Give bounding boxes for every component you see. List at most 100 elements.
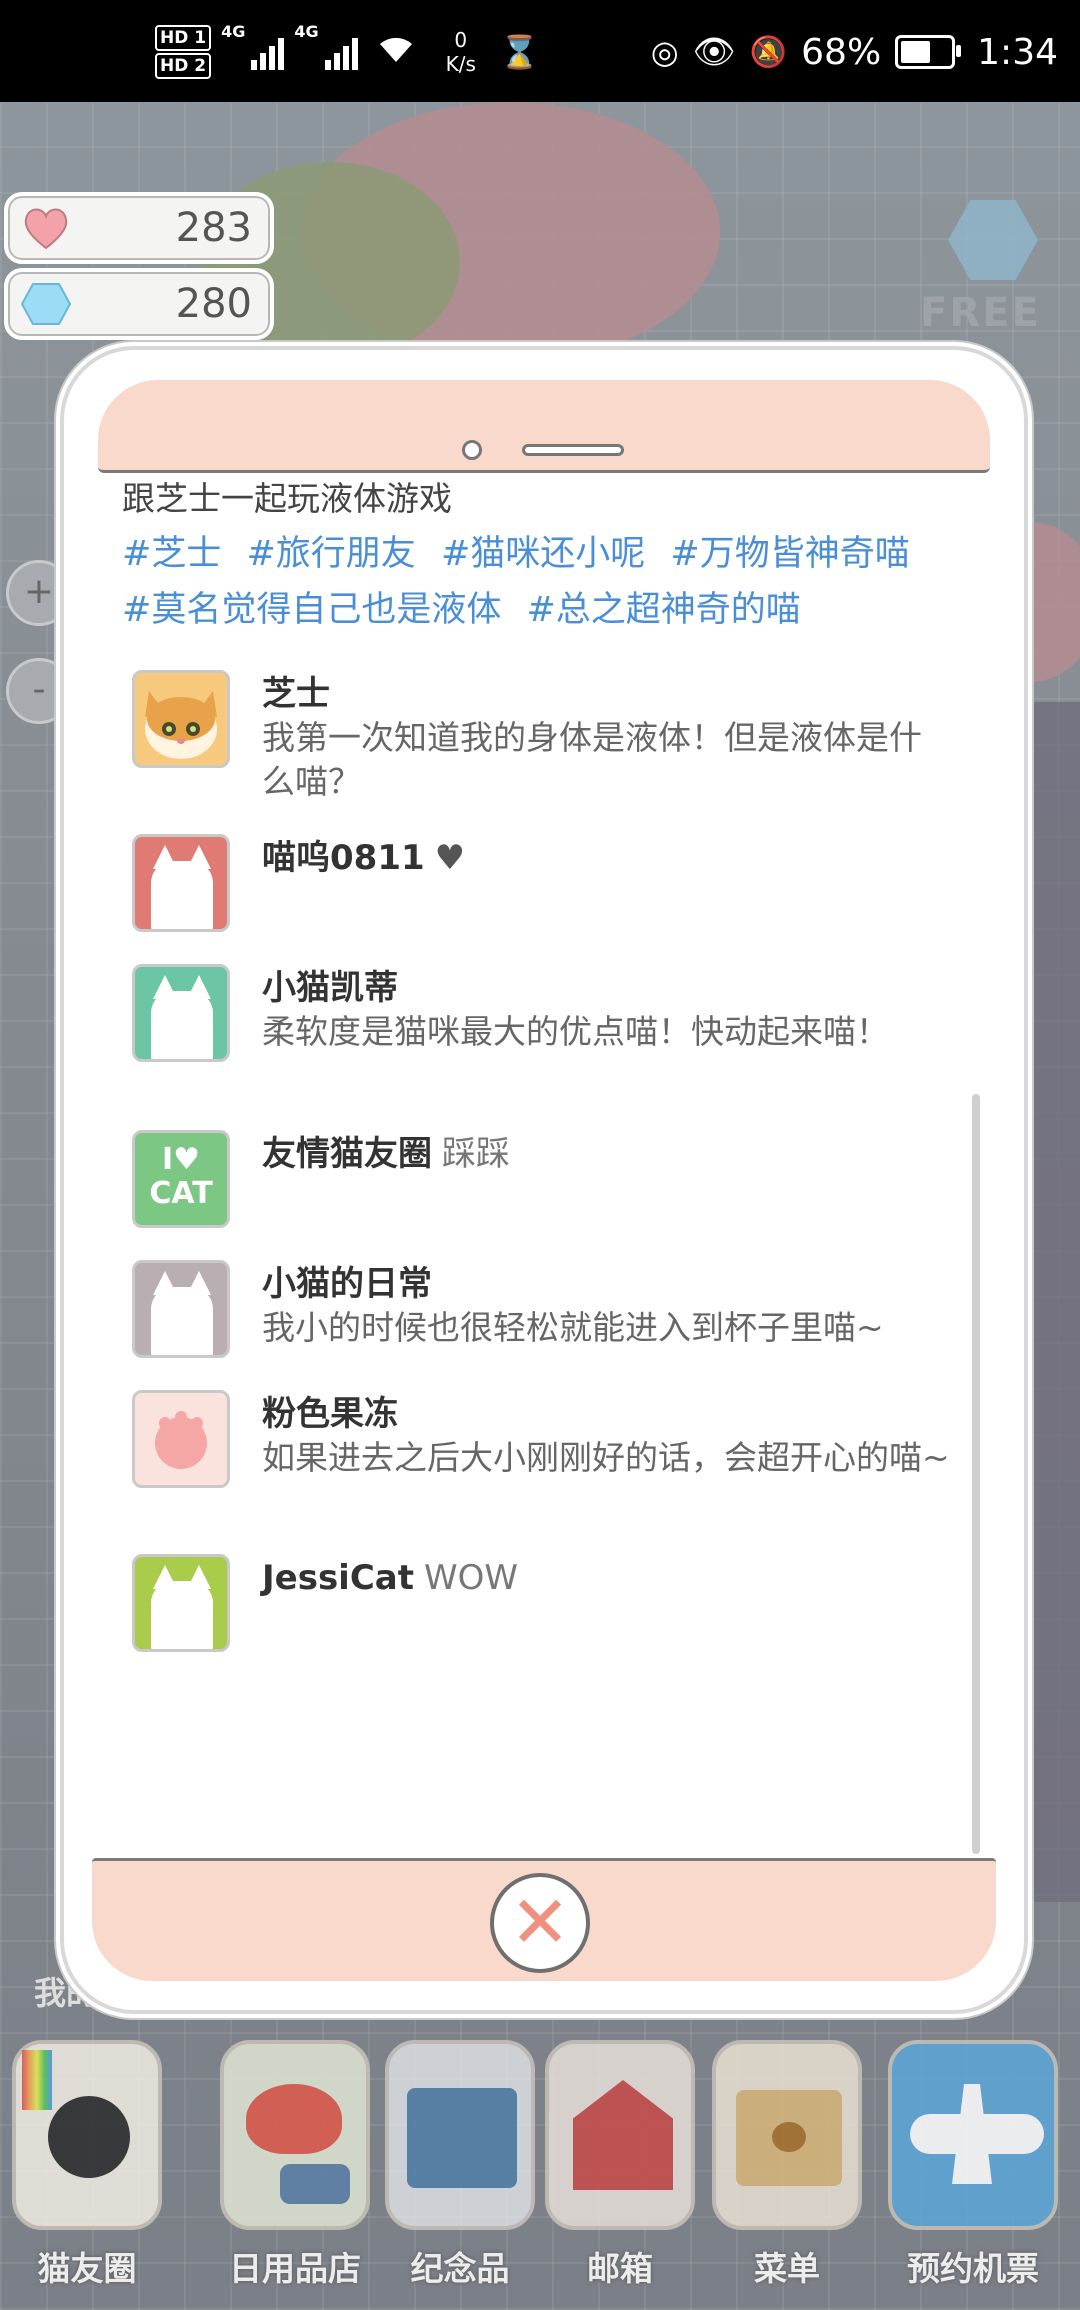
network-type-2: 4G: [294, 22, 319, 41]
cat-silhouette-icon: [151, 845, 213, 929]
cat-face-icon: [145, 691, 217, 759]
comment-text: 如果进去之后大小刚刚好的话，会超开心的喵~: [262, 1438, 950, 1477]
signal-icon-2: [324, 34, 358, 70]
avatar-text: CAT: [149, 1176, 213, 1211]
dock-label: 邮箱: [587, 2249, 653, 2288]
wifi-icon: [376, 32, 416, 73]
free-badge[interactable]: FREE: [920, 290, 1041, 336]
hearts-counter: 283: [4, 192, 274, 264]
airplane-icon: [888, 2040, 1058, 2230]
dock-label: 猫友圈: [37, 2249, 137, 2288]
dock-item-menu[interactable]: 菜单: [712, 2030, 862, 2310]
scrollbar[interactable]: [972, 1094, 980, 1854]
daily-shop-icon: [220, 2040, 370, 2230]
bowl-icon: [280, 2164, 350, 2204]
paw-icon: [772, 2122, 806, 2152]
souvenir-box-icon: [385, 2040, 535, 2230]
hashtag[interactable]: #莫名觉得自己也是液体: [122, 590, 501, 630]
bottom-dock: 猫友圈 日用品店 纪念品 邮箱 菜单 预约机票: [0, 2030, 1080, 2310]
comment-text: 我第一次知道我的身体是液体！但是液体是什么喵？: [262, 718, 922, 801]
avatar[interactable]: [132, 670, 230, 768]
zoom-in-button[interactable]: +: [6, 560, 72, 626]
battery-percent: 68%: [801, 31, 882, 73]
hd1-label: HD 1: [155, 25, 212, 51]
battery-fill: [901, 41, 931, 63]
cat-friends-icon: [12, 2040, 162, 2230]
commenter-name-text: JessiCat: [262, 1558, 414, 1598]
avatar[interactable]: [132, 1554, 230, 1652]
red-house-icon: [573, 2080, 673, 2190]
commenter-name-text: 友情猫友圈: [262, 1134, 432, 1174]
menu-folder-icon: [712, 2040, 862, 2230]
mailbox-icon: [545, 2040, 695, 2230]
post-screen[interactable]: 跟芝士一起玩液体游戏 #芝士 #旅行朋友 #猫咪还小呢 #万物皆神奇喵 #莫名觉…: [92, 474, 992, 1854]
hashtag[interactable]: #猫咪还小呢: [441, 534, 645, 574]
post-text: 跟芝士一起玩液体游戏: [122, 479, 452, 518]
black-cat-icon: [48, 2096, 130, 2178]
network-speed: 0 K/s: [446, 28, 476, 76]
paw-icon: [155, 1411, 207, 1469]
cat-silhouette-icon: [151, 1565, 213, 1649]
post-dialog: 跟芝士一起玩液体游戏 #芝士 #旅行朋友 #猫咪还小呢 #万物皆神奇喵 #莫名觉…: [64, 350, 1024, 2010]
heart-icon: ♥: [173, 1142, 201, 1177]
hashtag[interactable]: #万物皆神奇喵: [670, 534, 909, 574]
dock-label: 日用品店: [229, 2249, 361, 2288]
plane-wing-icon: [952, 2084, 992, 2184]
avatar[interactable]: [132, 1260, 230, 1358]
dock-label: 菜单: [754, 2249, 820, 2288]
avatar[interactable]: [132, 1390, 230, 1488]
comment-inline-text: 踩踩: [442, 1134, 510, 1174]
clock: 1:34: [977, 31, 1058, 73]
signal-icon-1: [251, 34, 285, 70]
camera-dot: [462, 440, 482, 460]
status-left: HD 1 HD 2 4G 4G 0 K/s ⌛: [155, 22, 540, 82]
dialog-header: [98, 380, 990, 473]
hashtags: #芝士 #旅行朋友 #猫咪还小呢 #万物皆神奇喵 #莫名觉得自己也是液体 #总之…: [122, 526, 942, 638]
eye-icon: 👁: [692, 32, 736, 72]
box-icon: [407, 2088, 517, 2188]
dock-item-souvenir[interactable]: 纪念品: [385, 2030, 535, 2310]
dock-item-cat-friends[interactable]: 猫友圈: [12, 2030, 162, 2310]
comment-text: 柔软度是猫咪最大的优点喵！快动起来喵！: [262, 1012, 889, 1051]
dialog-footer: ✕: [92, 1858, 996, 1981]
commenter-name: 小猫的日常: [262, 1264, 432, 1304]
status-right: ◎ 👁 🔕 68% 1:34: [651, 22, 1058, 82]
hashtag[interactable]: #旅行朋友: [246, 534, 415, 574]
network-type-1: 4G: [221, 22, 246, 41]
mute-icon: 🔕: [749, 34, 788, 70]
avatar-text: I: [161, 1142, 174, 1177]
rainbow-icon: [22, 2050, 52, 2110]
heart-icon: [24, 208, 68, 250]
commenter-name: 芝士: [262, 674, 330, 714]
zoom-out-button[interactable]: -: [6, 658, 72, 724]
hd-indicator: HD 1 HD 2: [155, 23, 212, 81]
gem-icon: [20, 283, 72, 325]
hashtag[interactable]: #芝士: [122, 534, 221, 574]
cat-silhouette-icon: [151, 975, 213, 1059]
hd2-label: HD 2: [155, 53, 212, 79]
commenter-name: 粉色果冻: [262, 1394, 398, 1434]
comment-text: 我小的时候也很轻松就能进入到杯子里喵~: [262, 1308, 884, 1347]
comment-inline-text: WOW: [424, 1558, 518, 1598]
bird-icon: [246, 2084, 342, 2154]
dock-item-mailbox[interactable]: 邮箱: [545, 2030, 695, 2310]
commenter-name: 小猫凯蒂: [262, 968, 398, 1008]
dock-item-daily-shop[interactable]: 日用品店: [220, 2030, 370, 2310]
commenter-name: 友情猫友圈 踩踩: [262, 1130, 510, 1178]
speaker-slot: [522, 444, 624, 456]
commenter-name: 喵呜0811 ♥: [262, 834, 465, 882]
hashtag[interactable]: #总之超神奇的喵: [526, 590, 800, 630]
speed-value: 0: [454, 28, 468, 52]
commenter-name: JessiCat WOW: [262, 1554, 518, 1602]
hourglass-icon: ⌛: [499, 33, 540, 71]
gems-counter: 280: [4, 268, 274, 340]
dock-item-book-flight[interactable]: 预约机票: [888, 2030, 1058, 2310]
avatar[interactable]: I♥ CAT: [132, 1130, 230, 1228]
close-button[interactable]: ✕: [490, 1873, 590, 1973]
heart-icon: ♥: [434, 838, 466, 878]
avatar[interactable]: [132, 834, 230, 932]
avatar[interactable]: [132, 964, 230, 1062]
data-saver-icon: ◎: [650, 33, 679, 71]
hearts-value: 283: [175, 205, 252, 251]
dock-label: 预约机票: [907, 2249, 1039, 2288]
